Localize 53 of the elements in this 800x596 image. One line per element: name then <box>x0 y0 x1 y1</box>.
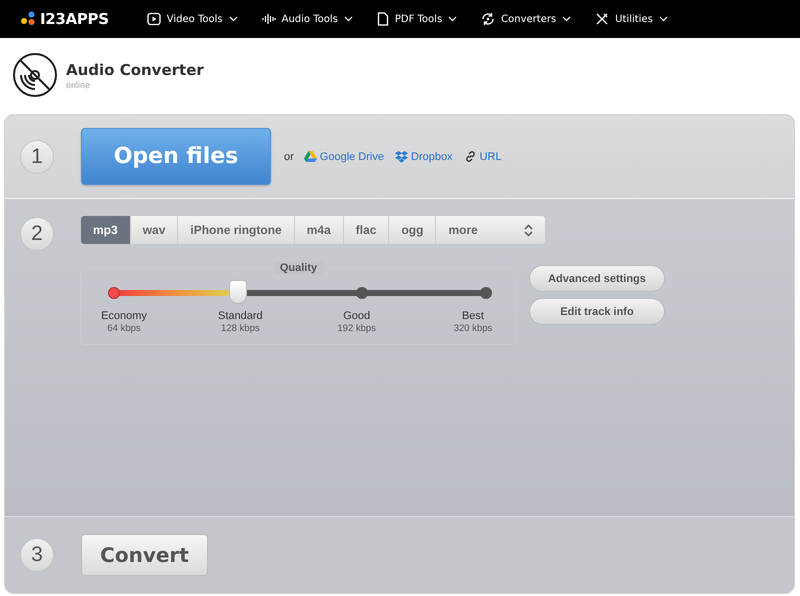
format-tab[interactable]: m4a <box>294 216 344 244</box>
bitrate-label: 64 kbps <box>106 323 142 334</box>
settings-button[interactable]: Edit track info <box>529 298 665 325</box>
open-files-button[interactable]: Open files <box>81 128 271 185</box>
step-number: 1 <box>20 140 54 174</box>
circular-arrows-icon <box>481 12 496 26</box>
format-tab[interactable]: iPhone ringtone <box>178 216 295 244</box>
slider-stop <box>108 287 120 299</box>
convert-button[interactable]: Convert <box>81 534 208 576</box>
nav-menu-item[interactable]: Video Tools <box>146 12 238 26</box>
format-tab[interactable]: wav <box>130 216 178 244</box>
nav-menu-item[interactable]: Utilities <box>595 12 668 26</box>
source-link[interactable]: Google Drive <box>304 150 384 162</box>
app-subtitle: online <box>66 80 92 90</box>
quality-level-name: Economy <box>100 310 148 322</box>
settings-button[interactable]: Advanced settings <box>529 265 665 292</box>
format-tab[interactable]: flac <box>344 216 390 244</box>
triangle-logo-icon <box>304 151 317 162</box>
chevron-down-icon <box>562 16 572 22</box>
bitrate-label: 128 kbps <box>220 323 261 334</box>
chevron-down-icon <box>228 16 238 22</box>
bitrate-label: 192 kbps <box>336 323 377 334</box>
brand-logo-text[interactable]: I23APPS <box>40 10 109 28</box>
quality-level-name: Standard <box>217 310 264 322</box>
step-number: 3 <box>20 538 54 572</box>
crossed-disc-icon <box>12 52 58 98</box>
nav-menu-item[interactable]: PDF Tools <box>376 12 458 26</box>
or-label: or <box>284 150 294 162</box>
chevron-down-icon <box>344 16 353 22</box>
format-tab[interactable]: mp3 <box>81 216 131 244</box>
box-logo-icon <box>394 150 408 162</box>
quality-level-name: Best <box>460 310 485 322</box>
waveform-icon <box>262 12 276 26</box>
document-icon <box>376 12 389 26</box>
step-number: 2 <box>20 217 54 251</box>
source-link[interactable]: Dropbox <box>394 150 453 162</box>
bitrate-label: 320 kbps <box>452 323 494 334</box>
colored-dots-icon <box>20 11 36 27</box>
quality-label: Quality <box>274 262 324 274</box>
format-tab[interactable]: more <box>436 216 545 244</box>
source-link[interactable]: URL <box>464 150 502 163</box>
slider-thumb[interactable] <box>228 280 247 304</box>
format-tab[interactable]: ogg <box>389 216 436 244</box>
link-icon <box>464 150 477 163</box>
nav-menu-item[interactable]: Converters <box>481 12 572 26</box>
chevron-down-icon <box>448 16 458 22</box>
play-icon <box>146 12 161 26</box>
app-title: Audio Converter <box>66 60 204 78</box>
crossed-tools-icon <box>595 12 610 26</box>
nav-menu-item[interactable]: Audio Tools <box>262 12 353 26</box>
quality-level-name: Good <box>342 310 372 322</box>
up-down-caret-icon <box>524 224 533 236</box>
chevron-down-icon <box>658 16 668 22</box>
